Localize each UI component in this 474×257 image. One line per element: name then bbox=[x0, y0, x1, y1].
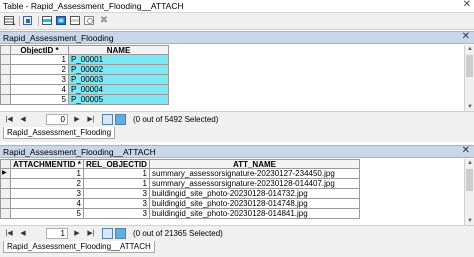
lower-table-header: Rapid_Assessment_Flooding__ATTACH ✕ bbox=[0, 145, 474, 158]
row-selector[interactable] bbox=[0, 179, 11, 189]
previous-record-icon[interactable]: ◀ bbox=[18, 114, 28, 125]
close-icon[interactable]: ✕ bbox=[462, 145, 470, 156]
row-selector-header[interactable] bbox=[0, 159, 11, 169]
upper-record-navigator: |◀ ◀ 0 ▶ ▶| (0 out of 5492 Selected) bbox=[0, 111, 474, 127]
tab-rapid-assessment-flooding-attach[interactable]: Rapid_Assessment_Flooding__ATTACH bbox=[3, 241, 155, 253]
cell-rel-objectid[interactable]: 3 bbox=[84, 209, 150, 219]
next-record-icon[interactable]: ▶ bbox=[72, 228, 82, 239]
cell-attachmentid[interactable]: 2 bbox=[11, 179, 84, 189]
cell-attachmentid[interactable]: 3 bbox=[11, 189, 84, 199]
cell-objectid[interactable]: 4 bbox=[11, 85, 69, 95]
lower-record-navigator: |◀ ◀ 1 ▶ ▶| (0 out of 21365 Selected) bbox=[0, 225, 474, 241]
toolbar-separator bbox=[19, 16, 20, 26]
row-selector[interactable] bbox=[0, 75, 11, 85]
row-selector[interactable] bbox=[0, 55, 11, 65]
row-selector[interactable] bbox=[0, 65, 11, 75]
cell-attachmentid[interactable]: 5 bbox=[11, 209, 84, 219]
row-selector[interactable] bbox=[0, 95, 11, 105]
show-selected-records-icon[interactable] bbox=[115, 114, 126, 125]
selection-count: (0 out of 5492 Selected) bbox=[133, 115, 219, 124]
clear-selection-icon[interactable] bbox=[69, 15, 83, 27]
column-header-attachmentid[interactable]: ATTACHMENTID * bbox=[11, 159, 84, 169]
cell-att-name[interactable]: buildingid_site_photo-20230128-014748.jp… bbox=[150, 199, 360, 209]
cell-objectid[interactable]: 5 bbox=[11, 95, 69, 105]
cell-objectid[interactable]: 3 bbox=[11, 75, 69, 85]
lower-table-title: Rapid_Assessment_Flooding__ATTACH bbox=[3, 147, 156, 157]
first-record-icon[interactable]: |◀ bbox=[4, 228, 14, 239]
upper-table-grid: ObjectID * NAME 1 P_00001 2 P_00002 3 P_… bbox=[0, 45, 464, 111]
cell-rel-objectid[interactable]: 1 bbox=[84, 179, 150, 189]
current-record-field[interactable]: 1 bbox=[46, 228, 68, 239]
lower-vertical-scrollbar[interactable]: ▲ ▼ bbox=[464, 159, 474, 225]
cell-att-name[interactable]: buildingid_site_photo-20230128-014841.jp… bbox=[150, 209, 360, 219]
related-tables-icon[interactable] bbox=[22, 15, 36, 27]
scroll-up-icon[interactable]: ▲ bbox=[465, 159, 474, 167]
show-all-records-icon[interactable] bbox=[102, 228, 113, 239]
cell-objectid[interactable]: 1 bbox=[11, 55, 69, 65]
cell-objectid[interactable]: 2 bbox=[11, 65, 69, 75]
scroll-down-icon[interactable]: ▼ bbox=[465, 103, 474, 111]
lower-table-grid: ATTACHMENTID * REL_OBJECTID * ATT_NAME ▶… bbox=[0, 159, 464, 225]
cell-att-name[interactable]: summary_assessorsignature-20230128-01440… bbox=[150, 179, 360, 189]
cell-att-name[interactable]: summary_assessorsignature-20230127-23445… bbox=[150, 169, 360, 179]
cell-attachmentid[interactable]: 1 bbox=[11, 169, 84, 179]
row-selector-header[interactable] bbox=[0, 45, 11, 55]
delete-selected-icon[interactable]: ✖ bbox=[97, 15, 111, 27]
first-record-icon[interactable]: |◀ bbox=[4, 114, 14, 125]
cell-rel-objectid[interactable]: 3 bbox=[84, 189, 150, 199]
zoom-to-selected-icon[interactable] bbox=[83, 15, 97, 27]
cell-rel-objectid[interactable]: 1 bbox=[84, 169, 150, 179]
cell-att-name[interactable]: buildingid_site_photo-20230128-014732.jp… bbox=[150, 189, 360, 199]
table-toolbar: ✖ bbox=[0, 13, 474, 30]
column-header-att-name[interactable]: ATT_NAME bbox=[150, 159, 360, 169]
tab-rapid-assessment-flooding[interactable]: Rapid_Assessment_Flooding bbox=[3, 127, 116, 139]
column-header-rel-objectid[interactable]: REL_OBJECTID * bbox=[84, 159, 150, 169]
current-row-arrow-icon[interactable]: ▶ bbox=[0, 169, 11, 179]
row-selector[interactable] bbox=[0, 189, 11, 199]
table-options-icon[interactable] bbox=[3, 15, 17, 27]
selection-count: (0 out of 21365 Selected) bbox=[133, 229, 223, 238]
cell-name[interactable]: P_00005 bbox=[69, 95, 169, 105]
row-selector[interactable] bbox=[0, 85, 11, 95]
cell-name[interactable]: P_00004 bbox=[69, 85, 169, 95]
scroll-down-icon[interactable]: ▼ bbox=[465, 217, 474, 225]
upper-table-title: Rapid_Assessment_Flooding bbox=[3, 33, 114, 43]
cell-rel-objectid[interactable]: 3 bbox=[84, 199, 150, 209]
select-by-attributes-icon[interactable] bbox=[41, 15, 55, 27]
upper-table-header: Rapid_Assessment_Flooding ✕ bbox=[0, 31, 474, 44]
upper-vertical-scrollbar[interactable]: ▲ ▼ bbox=[464, 45, 474, 111]
last-record-icon[interactable]: ▶| bbox=[86, 228, 96, 239]
toolbar-separator bbox=[38, 16, 39, 26]
switch-selection-icon[interactable] bbox=[55, 15, 69, 27]
cell-name[interactable]: P_00001 bbox=[69, 55, 169, 65]
cell-name[interactable]: P_00002 bbox=[69, 65, 169, 75]
scroll-up-icon[interactable]: ▲ bbox=[465, 45, 474, 53]
show-selected-records-icon[interactable] bbox=[115, 228, 126, 239]
column-header-objectid[interactable]: ObjectID * bbox=[11, 45, 69, 55]
window-title: Table - Rapid_Assessment_Flooding__ATTAC… bbox=[3, 1, 184, 11]
last-record-icon[interactable]: ▶| bbox=[86, 114, 96, 125]
close-icon[interactable]: ✕ bbox=[463, 0, 471, 10]
scroll-thumb[interactable] bbox=[466, 169, 473, 191]
close-icon[interactable]: ✕ bbox=[462, 31, 470, 42]
current-record-field[interactable]: 0 bbox=[46, 114, 68, 125]
window-title-bar: Table - Rapid_Assessment_Flooding__ATTAC… bbox=[0, 0, 474, 13]
column-header-name[interactable]: NAME bbox=[69, 45, 169, 55]
next-record-icon[interactable]: ▶ bbox=[72, 114, 82, 125]
row-selector[interactable] bbox=[0, 209, 11, 219]
row-selector[interactable] bbox=[0, 199, 11, 209]
cell-name[interactable]: P_00003 bbox=[69, 75, 169, 85]
previous-record-icon[interactable]: ◀ bbox=[18, 228, 28, 239]
cell-attachmentid[interactable]: 4 bbox=[11, 199, 84, 209]
show-all-records-icon[interactable] bbox=[102, 114, 113, 125]
scroll-thumb[interactable] bbox=[466, 55, 473, 77]
